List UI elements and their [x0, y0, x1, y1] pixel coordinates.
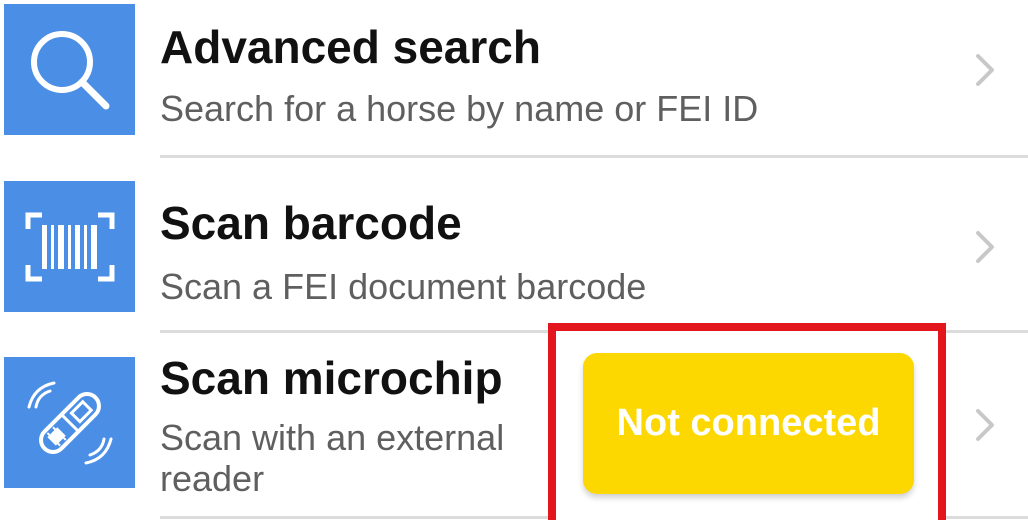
menu-item-title: Advanced search: [160, 21, 541, 73]
connection-status-badge[interactable]: Not connected: [583, 353, 914, 494]
chevron-right-icon: [976, 231, 994, 263]
menu-item-scan-barcode[interactable]: Scan barcode Scan a FEI document barcode: [0, 158, 1028, 330]
menu-item-subtitle-line: Scan with an external: [160, 417, 505, 458]
menu-item-subtitle-line: reader: [160, 458, 265, 500]
menu-item-subtitle: Search for a horse by name or FEI ID: [160, 88, 759, 129]
microchip-icon: [4, 357, 135, 488]
menu-item-advanced-search[interactable]: Advanced search Search for a horse by na…: [0, 0, 1028, 155]
menu-item-title: Scan barcode: [160, 197, 462, 249]
menu-item-title: Scan microchip: [160, 352, 503, 404]
chevron-right-icon: [976, 54, 994, 86]
menu-item-subtitle: Scan a FEI document barcode: [160, 266, 647, 307]
search-icon: [4, 4, 135, 135]
menu-item-subtitle: Scan with an external reader: [160, 417, 504, 500]
chevron-right-icon: [976, 409, 994, 441]
barcode-icon: [4, 181, 135, 312]
